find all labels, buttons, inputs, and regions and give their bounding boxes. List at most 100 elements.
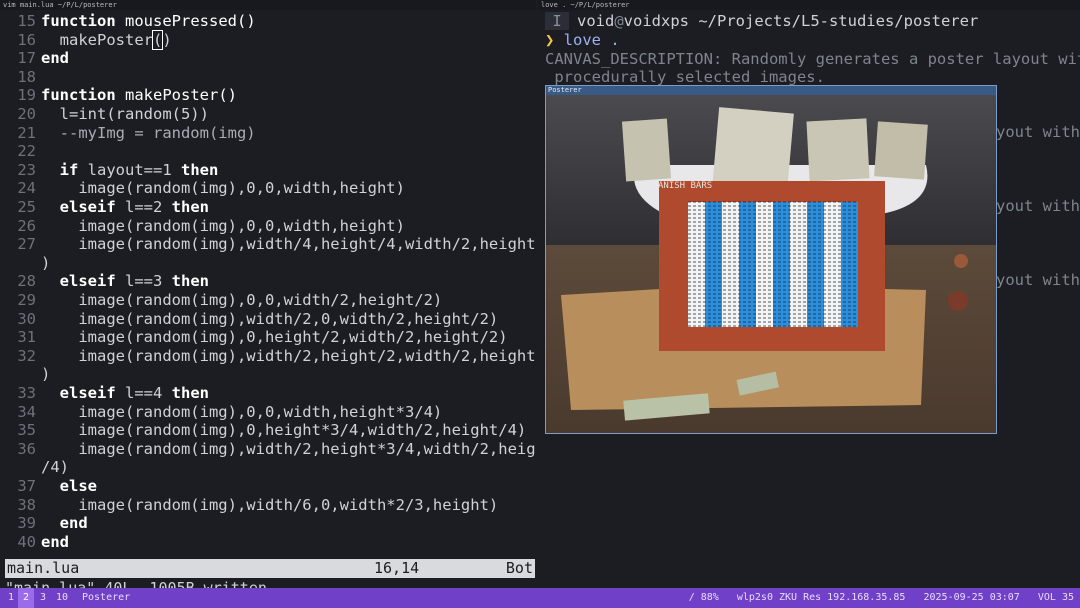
code-token: image(random(img),0,0,width,height*3/4) [41,402,443,421]
terminal-icon: I [545,12,569,30]
code-line[interactable]: 37 else [0,477,97,495]
line-number: 18 [17,67,36,86]
code-line[interactable]: 16 makePoster() [0,29,172,50]
code-line[interactable]: 39 end [0,514,87,532]
overlay-stripe [841,202,858,327]
code-line[interactable]: 38 image(random(img),width/6,0,width*2/3… [0,496,498,514]
code-line[interactable]: /4) [0,458,69,476]
code-line[interactable]: 36 image(random(img),width/2,height*3/4,… [0,440,536,458]
code-token: --myImg = random(img) [41,123,256,142]
code-token: elseif [59,198,116,216]
code-token: if [59,160,79,179]
code-token: image(random(img),width/2,0,width/2,heig… [41,309,499,328]
line-number: 27 [17,235,36,254]
line-number: 38 [17,495,36,514]
code-line[interactable]: 30 image(random(img),width/2,0,width/2,h… [0,310,498,328]
code-token: ) [162,30,172,49]
code-line[interactable]: 33 elseif l==4 then [0,384,209,402]
line-number: 29 [17,291,36,309]
code-line[interactable]: 21 --myImg = random(img) [0,123,256,142]
code-token: layout==1 [78,160,181,179]
status-scroll-percent: Bot [505,559,533,577]
line-number: 21 [17,123,36,142]
workspace-1-button[interactable]: 1 [4,588,18,608]
code-token: image(random(img),0,0,width,height) [41,216,405,235]
line-number: 35 [17,421,36,440]
code-token: l==2 [115,198,172,216]
line-number: 20 [17,105,36,123]
line-number: 24 [17,179,36,198]
overlay-stripe [688,202,705,327]
code-token: /4) [41,458,69,477]
code-line[interactable]: 19 function makePoster() [0,86,237,104]
overlay-stripe [824,202,841,327]
prompt-user: void [577,12,615,30]
status-filename: main.lua [7,559,80,577]
code-token: l=int(random(5)) [41,105,209,123]
code-line[interactable]: 17 end [0,49,69,67]
code-line[interactable]: ) [0,254,50,272]
line-number: 23 [17,160,36,179]
code-line[interactable]: 27 image(random(img),width/4,height/4,wi… [0,235,536,253]
code-token: function [41,12,125,30]
code-token: makePoster [41,30,153,49]
code-token: function [41,86,125,105]
code-token: image(random(img),0,height*3/4,width/2,h… [41,421,527,440]
line-number: 34 [17,402,36,421]
code-line[interactable]: 25 elseif l==2 then [0,198,209,216]
workspace-3-button[interactable]: 3 [37,588,49,608]
line-number: 16 [17,30,36,49]
code-line[interactable]: 24 image(random(img),0,0,width,height) [0,179,405,197]
photo-wrapper-2 [954,254,968,268]
overlay-stripe [739,202,756,327]
workspace-2-button[interactable]: 2 [18,588,34,608]
line-number: 32 [17,346,36,365]
code-line[interactable]: 34 image(random(img),0,0,width,height*3/… [0,403,442,421]
code-line[interactable]: 15 function mousePressed() [0,12,255,30]
vim-editor-pane[interactable]: 15 function mousePressed() 16 makePoster()… [0,10,536,588]
focused-window-title: Posterer [82,592,131,603]
workspace-10-button[interactable]: 10 [53,588,71,608]
code-token: then [171,384,209,402]
line-number: 37 [17,477,36,495]
command-text: love . [554,31,620,49]
code-token: elseif [59,384,116,402]
line-number: 19 [17,86,36,105]
overlay-stripe [790,202,807,327]
code-token: then [171,272,209,291]
vim-command-line[interactable]: "main.lua" 40L, 1005B written [5,579,267,588]
line-number: 15 [17,12,36,30]
code-line[interactable]: 23 if layout==1 then [0,161,218,179]
line-number: 17 [17,49,36,68]
code-token: elseif [59,272,116,291]
love-posterer-window[interactable]: Posterer ANISH BARS [545,85,997,434]
code-token: image(random(img),0,0,width,height) [41,179,405,198]
system-info: / 88% wlp2s0 ZKU Res 192.168.35.85 2025-… [688,592,1074,603]
code-line[interactable]: 40 end [0,533,69,551]
code-line[interactable]: 29 image(random(img),0,0,width/2,height/… [0,291,442,309]
code-token: end [41,49,69,68]
terminal-window-title: love . ~/P/L/posterer [538,0,1080,10]
command-line[interactable]: ❯ love . [545,31,620,50]
text-cursor: ( [151,29,164,50]
code-line[interactable]: ) [0,365,50,383]
poster-canvas[interactable]: ANISH BARS [546,95,996,433]
code-line[interactable]: 20 l=int(random(5)) [0,105,209,123]
line-number: 36 [17,439,36,458]
code-line[interactable]: 22 [0,142,41,160]
code-line[interactable]: 35 image(random(img),0,height*3/4,width/… [0,421,526,439]
photo-bill-stack-3 [806,118,870,182]
code-token: image(random(img),width/2,height/2,width… [41,346,536,365]
prompt-path: ~/Projects/L5-studies/posterer [689,12,979,30]
code-line[interactable]: 32 image(random(img),width/2,height/2,wi… [0,347,536,365]
code-line[interactable]: 18 [0,68,41,86]
code-line[interactable]: 28 elseif l==3 then [0,272,209,290]
code-line[interactable]: 26 image(random(img),0,0,width,height) [0,217,405,235]
code-token: image(random(img),0,0,width/2,height/2) [41,291,443,309]
code-token: l==3 [115,272,172,291]
code-token: image(random(img),0,height/2,width/2,hei… [41,328,508,347]
code-line[interactable]: 31 image(random(img),0,height/2,width/2,… [0,328,508,347]
